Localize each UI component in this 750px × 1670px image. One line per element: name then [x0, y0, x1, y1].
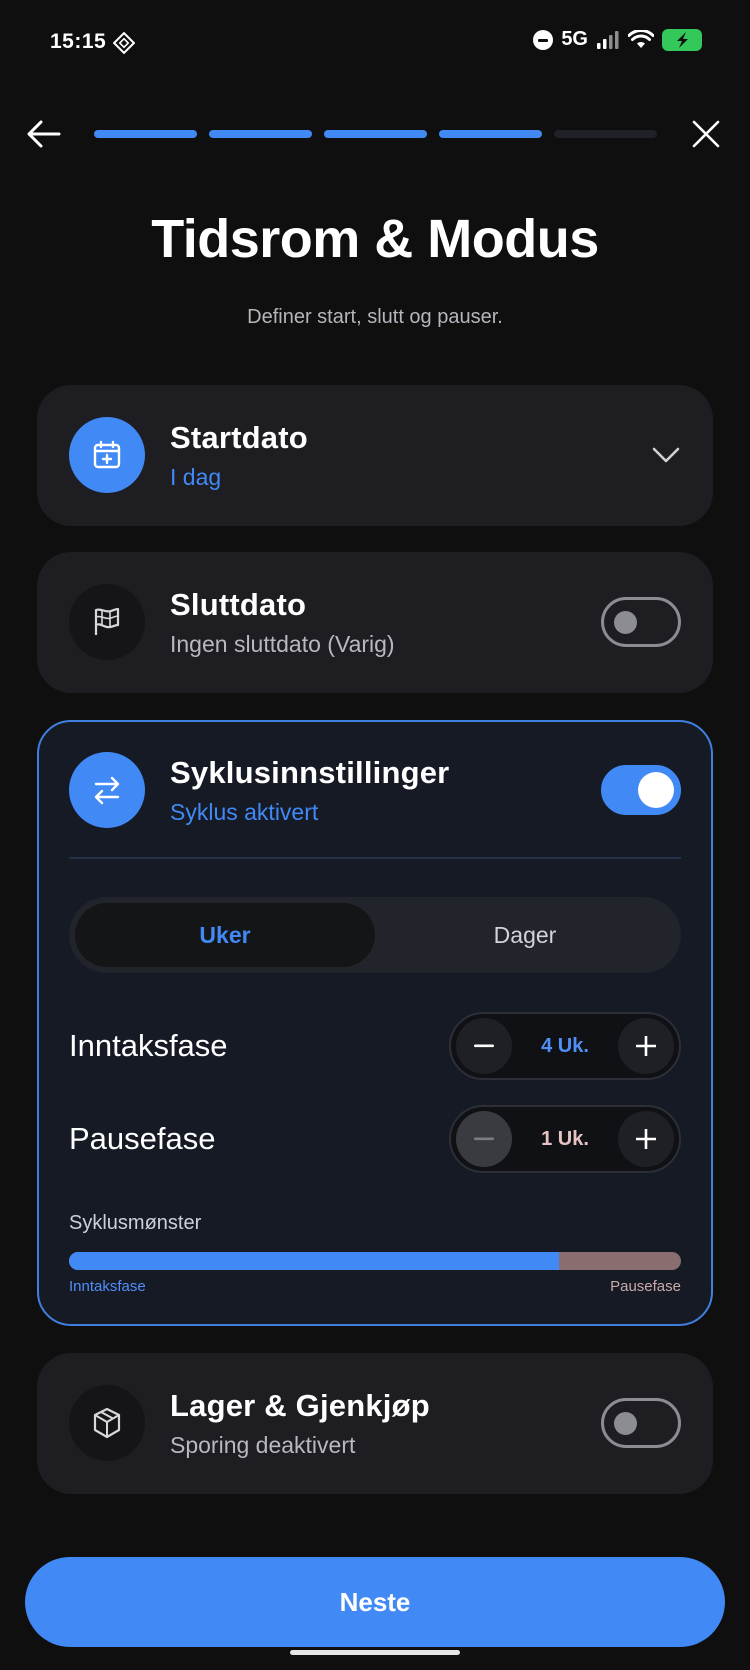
pause-phase-label: Pausefase — [69, 1121, 216, 1156]
tab-days[interactable]: Dager — [375, 903, 675, 967]
cycle-settings-card: Syklusinnstillinger Syklus aktivert Uker… — [37, 720, 713, 1326]
end-date-card: Sluttdato Ingen sluttdato (Varig) — [37, 552, 713, 693]
progress-step — [209, 130, 312, 138]
inventory-icon-badge — [69, 1385, 145, 1461]
unit-segmented-control: Uker Dager — [69, 897, 681, 973]
wifi-icon — [628, 29, 654, 48]
calendar-plus-icon — [93, 440, 121, 469]
progress-step — [439, 130, 542, 138]
signal-icon — [597, 30, 619, 49]
plus-icon — [636, 1129, 656, 1149]
progress-step — [94, 130, 197, 138]
swap-arrows-icon — [94, 776, 120, 805]
end-date-title: Sluttdato — [170, 586, 307, 622]
battery-charging-icon — [662, 28, 702, 51]
page-title: Tidsrom & Modus — [151, 209, 599, 269]
intake-increment-button[interactable] — [618, 1018, 674, 1074]
cycle-icon-badge — [69, 752, 145, 828]
flag-icon — [94, 607, 120, 635]
inventory-title: Lager & Gjenkjøp — [170, 1387, 430, 1423]
inventory-status: Sporing deaktivert — [170, 1431, 356, 1458]
progress-step — [554, 130, 657, 138]
arrow-left-icon — [27, 120, 61, 148]
intake-phase-label: Inntaksfase — [69, 1028, 228, 1063]
chevron-down-icon[interactable] — [651, 446, 681, 464]
next-button[interactable]: Neste — [25, 1557, 725, 1647]
cycle-title: Syklusinnstillinger — [170, 754, 450, 790]
intake-value: 4 Uk. — [541, 1034, 589, 1057]
pause-increment-button[interactable] — [618, 1111, 674, 1167]
end-date-toggle[interactable] — [601, 597, 681, 647]
plus-icon — [636, 1036, 656, 1056]
divider — [69, 857, 681, 859]
cycle-status: Syklus aktivert — [170, 798, 319, 825]
start-date-title: Startdato — [170, 419, 308, 455]
pause-decrement-button[interactable] — [456, 1111, 512, 1167]
app-diamond-icon — [113, 32, 135, 54]
inventory-toggle[interactable] — [601, 1398, 681, 1448]
intake-fill — [69, 1252, 559, 1270]
network-label: 5G — [561, 28, 588, 50]
minus-icon — [474, 1137, 494, 1141]
end-date-icon-badge — [69, 584, 145, 660]
status-bar: 15:15 5G — [0, 0, 750, 88]
home-indicator — [290, 1650, 460, 1655]
progress-step — [324, 130, 427, 138]
pause-phase-row: Pausefase 1 Uk. — [69, 1105, 681, 1173]
end-date-value: Ingen sluttdato (Varig) — [170, 630, 395, 657]
cycle-pattern-bar — [69, 1252, 681, 1270]
close-button[interactable] — [684, 114, 728, 154]
intake-phase-row: Inntaksfase 4 Uk. — [69, 1012, 681, 1080]
start-date-card[interactable]: Startdato I dag — [37, 385, 713, 526]
cycle-toggle[interactable] — [601, 765, 681, 815]
back-button[interactable] — [22, 114, 66, 154]
package-icon — [93, 1407, 121, 1439]
do-not-disturb-icon — [533, 29, 554, 50]
pattern-legend-pause: Pausefase — [610, 1278, 681, 1295]
pause-stepper: 1 Uk. — [449, 1105, 681, 1173]
status-time: 15:15 — [50, 30, 107, 53]
pause-value: 1 Uk. — [541, 1127, 589, 1150]
status-indicators: 5G — [533, 28, 702, 51]
intake-stepper: 4 Uk. — [449, 1012, 681, 1080]
page-subtitle: Definer start, slutt og pauser. — [247, 306, 503, 328]
progress-indicator — [94, 130, 657, 138]
close-icon — [692, 120, 720, 148]
inventory-card: Lager & Gjenkjøp Sporing deaktivert — [37, 1353, 713, 1494]
start-date-value: I dag — [170, 463, 222, 490]
intake-decrement-button[interactable] — [456, 1018, 512, 1074]
tab-weeks[interactable]: Uker — [75, 903, 375, 967]
start-date-icon-badge — [69, 417, 145, 493]
cycle-pattern-label: Syklusmønster — [69, 1212, 202, 1234]
pattern-legend-intake: Inntaksfase — [69, 1278, 146, 1295]
minus-icon — [474, 1044, 494, 1048]
